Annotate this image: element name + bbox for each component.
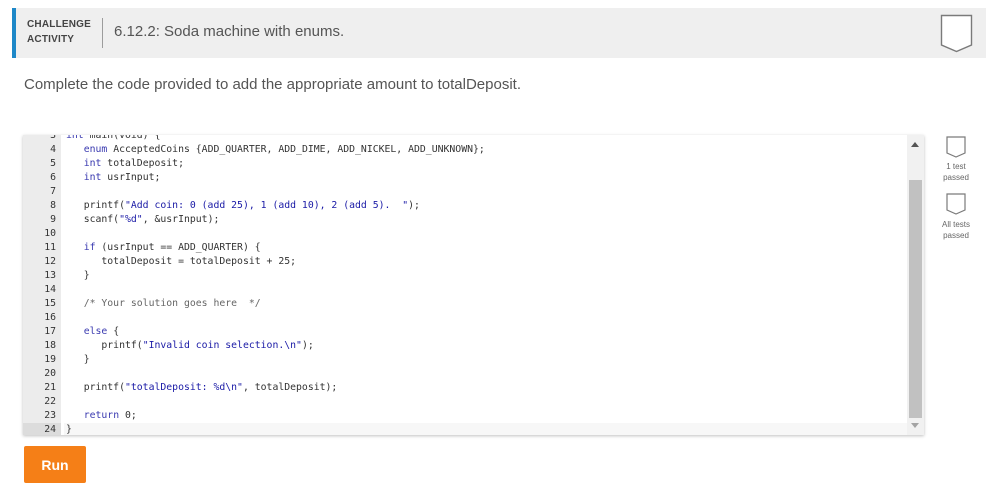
line-number: 21 xyxy=(44,382,56,393)
code-text[interactable]: int totalDeposit; xyxy=(64,157,908,171)
checkbox-outline-icon xyxy=(946,193,966,215)
line-number: 24 xyxy=(23,423,61,435)
code-line[interactable]: 9 scanf("%d", &usrInput); xyxy=(23,213,908,227)
line-number: 17 xyxy=(44,326,56,337)
line-number: 22 xyxy=(44,396,56,407)
code-text[interactable]: enum AcceptedCoins {ADD_QUARTER, ADD_DIM… xyxy=(64,143,908,157)
code-text[interactable]: printf("Invalid coin selection.\n"); xyxy=(64,339,908,353)
line-number: 23 xyxy=(44,410,56,421)
code-line[interactable]: 13 } xyxy=(23,269,908,283)
test1-label-line1: 1 test xyxy=(946,162,966,171)
line-number: 15 xyxy=(44,298,56,309)
challenge-activity-label: CHALLENGE ACTIVITY xyxy=(27,17,99,47)
code-line[interactable]: 11 if (usrInput == ADD_QUARTER) { xyxy=(23,241,908,255)
line-number: 10 xyxy=(44,228,56,239)
code-text[interactable]: } xyxy=(64,423,908,435)
code-text[interactable]: if (usrInput == ADD_QUARTER) { xyxy=(64,241,908,255)
run-button[interactable]: Run xyxy=(24,446,86,483)
code-line[interactable]: 15 /* Your solution goes here */ xyxy=(23,297,908,311)
scroll-down-arrow-icon[interactable] xyxy=(911,423,919,428)
header-divider xyxy=(102,18,103,48)
code-text[interactable]: int usrInput; xyxy=(64,171,908,185)
test1-status: 1 test passed xyxy=(932,161,980,183)
line-number: 14 xyxy=(44,284,56,295)
code-text[interactable]: totalDeposit = totalDeposit + 25; xyxy=(64,255,908,269)
code-line[interactable]: 24} xyxy=(23,423,908,435)
test2-label-line1: All tests xyxy=(941,220,970,229)
code-text[interactable]: printf("Add coin: 0 (add 25), 1 (add 10)… xyxy=(64,199,908,213)
line-number: 8 xyxy=(50,200,56,211)
challenge-label-line1: CHALLENGE xyxy=(27,19,92,30)
line-number: 4 xyxy=(50,144,56,155)
code-text[interactable]: /* Your solution goes here */ xyxy=(64,297,908,311)
scroll-thumb[interactable] xyxy=(909,180,922,418)
code-editor[interactable]: 3 int main(void) {4 enum AcceptedCoins {A… xyxy=(23,135,924,435)
badge-outline-icon xyxy=(940,14,973,53)
instructions-text: Complete the code provided to add the ap… xyxy=(24,76,521,93)
code-line[interactable]: 5 int totalDeposit; xyxy=(23,157,908,171)
code-text[interactable]: printf("totalDeposit: %d\n", totalDeposi… xyxy=(64,381,908,395)
line-number: 19 xyxy=(44,354,56,365)
test2-label-line2: passed xyxy=(943,231,969,240)
line-number: 3 xyxy=(50,135,56,141)
test1-label-line2: passed xyxy=(943,173,969,182)
code-text[interactable]: } xyxy=(64,353,908,367)
line-number: 7 xyxy=(50,186,56,197)
code-line[interactable]: 17 else { xyxy=(23,325,908,339)
code-line[interactable]: 6 int usrInput; xyxy=(23,171,908,185)
line-number: 16 xyxy=(44,312,56,323)
code-line[interactable]: 20 xyxy=(23,367,908,381)
test2-status: All tests passed xyxy=(932,219,980,241)
scroll-up-arrow-icon[interactable] xyxy=(911,142,919,147)
code-line[interactable]: 22 xyxy=(23,395,908,409)
activity-title: 6.12.2: Soda machine with enums. xyxy=(114,23,345,40)
line-number: 9 xyxy=(50,214,56,225)
code-line[interactable]: 21 printf("totalDeposit: %d\n", totalDep… xyxy=(23,381,908,395)
code-text[interactable]: scanf("%d", &usrInput); xyxy=(64,213,908,227)
code-line[interactable]: 12 totalDeposit = totalDeposit + 25; xyxy=(23,255,908,269)
line-number: 13 xyxy=(44,270,56,281)
challenge-header: CHALLENGE ACTIVITY 6.12.2: Soda machine … xyxy=(12,8,986,58)
line-number: 18 xyxy=(44,340,56,351)
code-line[interactable]: 16 xyxy=(23,311,908,325)
code-text[interactable]: } xyxy=(64,269,908,283)
code-text[interactable]: return 0; xyxy=(64,409,908,423)
code-text[interactable]: else { xyxy=(64,325,908,339)
code-text[interactable]: int main(void) { xyxy=(64,135,908,143)
code-line[interactable]: 8 printf("Add coin: 0 (add 25), 1 (add 1… xyxy=(23,199,908,213)
code-line[interactable]: 23 return 0; xyxy=(23,409,908,423)
line-number: 12 xyxy=(44,256,56,267)
code-line[interactable]: 10 xyxy=(23,227,908,241)
line-number: 5 xyxy=(50,158,56,169)
line-number: 20 xyxy=(44,368,56,379)
code-line[interactable]: 18 printf("Invalid coin selection.\n"); xyxy=(23,339,908,353)
code-line[interactable]: 4 enum AcceptedCoins {ADD_QUARTER, ADD_D… xyxy=(23,143,908,157)
checkbox-outline-icon xyxy=(946,136,966,158)
code-line[interactable]: 19 } xyxy=(23,353,908,367)
code-line[interactable]: 14 xyxy=(23,283,908,297)
editor-scrollbar[interactable] xyxy=(907,135,924,435)
line-number: 6 xyxy=(50,172,56,183)
code-line[interactable]: 7 xyxy=(23,185,908,199)
line-number: 11 xyxy=(44,242,56,253)
challenge-label-line2: ACTIVITY xyxy=(27,34,75,45)
code-line[interactable]: 3 int main(void) { xyxy=(23,135,908,143)
